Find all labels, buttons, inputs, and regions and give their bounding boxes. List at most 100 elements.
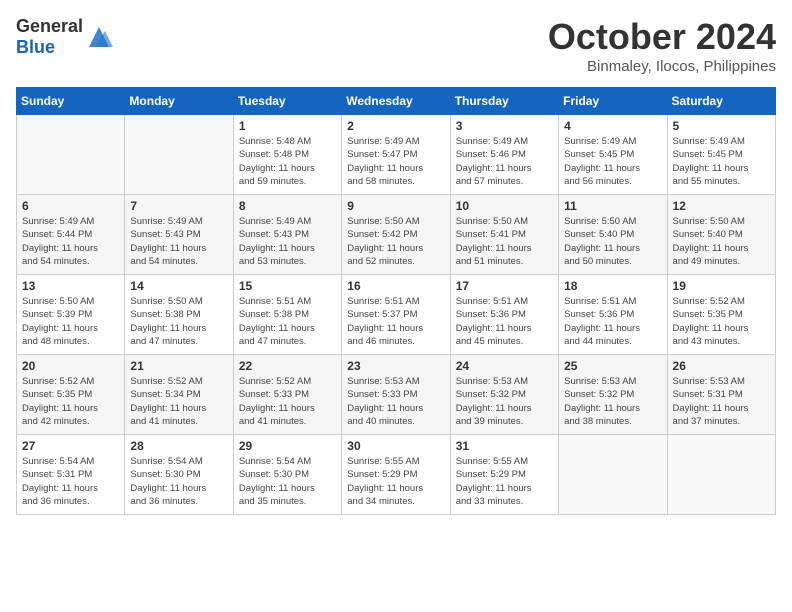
day-number: 17 <box>456 279 553 293</box>
calendar-cell: 4Sunrise: 5:49 AM Sunset: 5:45 PM Daylig… <box>559 115 667 195</box>
calendar-cell: 11 Sunrise: 5:50 AM Sunset: 5:40 PM Dayli… <box>559 195 667 275</box>
month-title: October 2024 <box>548 16 776 58</box>
calendar-header-row: SundayMondayTuesdayWednesdayThursdayFrid… <box>17 88 776 115</box>
cell-content: Sunrise: 5:53 AM Sunset: 5:32 PM Dayligh… <box>564 375 661 428</box>
calendar-cell <box>125 115 233 195</box>
day-number: 4 <box>564 119 661 133</box>
location-title: Binmaley, Ilocos, Philippines <box>548 58 776 75</box>
cell-content: Sunrise: 5:49 AM Sunset: 5:45 PM Dayligh… <box>673 135 770 188</box>
calendar-cell: 27Sunrise: 5:54 AM Sunset: 5:31 PM Dayli… <box>17 435 125 515</box>
week-row-1: 1 Sunrise: 5:48 AM Sunset: 5:48 PM Daylig… <box>17 115 776 195</box>
cell-content: Sunrise: 5:52 AM Sunset: 5:35 PM Dayligh… <box>22 375 119 428</box>
cell-content: Sunrise: 5:54 AM Sunset: 5:30 PM Dayligh… <box>130 455 227 508</box>
calendar-cell: 14 Sunrise: 5:50 AM Sunset: 5:38 PM Dayli… <box>125 275 233 355</box>
day-number: 13 <box>22 279 119 293</box>
logo-general: General <box>16 16 83 36</box>
calendar-cell: 20 Sunrise: 5:52 AM Sunset: 5:35 PM Dayli… <box>17 355 125 435</box>
cell-content: Sunrise: 5:52 AM Sunset: 5:34 PM Dayligh… <box>130 375 227 428</box>
day-number: 20 <box>22 359 119 373</box>
page-header: General Blue October 2024 Binmaley, Iloc… <box>16 16 776 75</box>
day-number: 3 <box>456 119 553 133</box>
calendar-cell: 9 Sunrise: 5:50 AM Sunset: 5:42 PM Daylig… <box>342 195 450 275</box>
header-thursday: Thursday <box>450 88 558 115</box>
logo-text: General Blue <box>16 16 83 58</box>
day-number: 31 <box>456 439 553 453</box>
day-number: 16 <box>347 279 444 293</box>
calendar-cell: 5 Sunrise: 5:49 AM Sunset: 5:45 PM Daylig… <box>667 115 775 195</box>
cell-content: Sunrise: 5:55 AM Sunset: 5:29 PM Dayligh… <box>347 455 444 508</box>
cell-content: Sunrise: 5:51 AM Sunset: 5:37 PM Dayligh… <box>347 295 444 348</box>
cell-content: Sunrise: 5:49 AM Sunset: 5:46 PM Dayligh… <box>456 135 553 188</box>
day-number: 14 <box>130 279 227 293</box>
calendar-cell: 2Sunrise: 5:49 AM Sunset: 5:47 PM Daylig… <box>342 115 450 195</box>
calendar-cell: 26Sunrise: 5:53 AM Sunset: 5:31 PM Dayli… <box>667 355 775 435</box>
calendar-cell: 25 Sunrise: 5:53 AM Sunset: 5:32 PM Dayli… <box>559 355 667 435</box>
calendar-cell: 16 Sunrise: 5:51 AM Sunset: 5:37 PM Dayli… <box>342 275 450 355</box>
cell-content: Sunrise: 5:53 AM Sunset: 5:32 PM Dayligh… <box>456 375 553 428</box>
calendar-cell: 17 Sunrise: 5:51 AM Sunset: 5:36 PM Dayli… <box>450 275 558 355</box>
day-number: 11 <box>564 199 661 213</box>
day-number: 9 <box>347 199 444 213</box>
cell-content: Sunrise: 5:52 AM Sunset: 5:35 PM Dayligh… <box>673 295 770 348</box>
calendar-cell: 21Sunrise: 5:52 AM Sunset: 5:34 PM Dayli… <box>125 355 233 435</box>
calendar-cell: 13 Sunrise: 5:50 AM Sunset: 5:39 PM Dayli… <box>17 275 125 355</box>
day-number: 25 <box>564 359 661 373</box>
logo-blue: Blue <box>16 37 55 57</box>
week-row-4: 20 Sunrise: 5:52 AM Sunset: 5:35 PM Dayli… <box>17 355 776 435</box>
cell-content: Sunrise: 5:48 AM Sunset: 5:48 PM Dayligh… <box>239 135 336 188</box>
cell-content: Sunrise: 5:51 AM Sunset: 5:36 PM Dayligh… <box>564 295 661 348</box>
day-number: 29 <box>239 439 336 453</box>
cell-content: Sunrise: 5:54 AM Sunset: 5:30 PM Dayligh… <box>239 455 336 508</box>
day-number: 19 <box>673 279 770 293</box>
calendar-cell: 23Sunrise: 5:53 AM Sunset: 5:33 PM Dayli… <box>342 355 450 435</box>
day-number: 26 <box>673 359 770 373</box>
calendar-cell <box>17 115 125 195</box>
calendar-cell <box>667 435 775 515</box>
week-row-5: 27Sunrise: 5:54 AM Sunset: 5:31 PM Dayli… <box>17 435 776 515</box>
calendar-cell: 7 Sunrise: 5:49 AM Sunset: 5:43 PM Daylig… <box>125 195 233 275</box>
cell-content: Sunrise: 5:50 AM Sunset: 5:41 PM Dayligh… <box>456 215 553 268</box>
day-number: 18 <box>564 279 661 293</box>
day-number: 27 <box>22 439 119 453</box>
cell-content: Sunrise: 5:50 AM Sunset: 5:40 PM Dayligh… <box>673 215 770 268</box>
calendar-cell: 18 Sunrise: 5:51 AM Sunset: 5:36 PM Dayli… <box>559 275 667 355</box>
cell-content: Sunrise: 5:50 AM Sunset: 5:39 PM Dayligh… <box>22 295 119 348</box>
header-monday: Monday <box>125 88 233 115</box>
header-friday: Friday <box>559 88 667 115</box>
calendar-cell: 22Sunrise: 5:52 AM Sunset: 5:33 PM Dayli… <box>233 355 341 435</box>
day-number: 7 <box>130 199 227 213</box>
cell-content: Sunrise: 5:53 AM Sunset: 5:33 PM Dayligh… <box>347 375 444 428</box>
cell-content: Sunrise: 5:50 AM Sunset: 5:42 PM Dayligh… <box>347 215 444 268</box>
cell-content: Sunrise: 5:50 AM Sunset: 5:40 PM Dayligh… <box>564 215 661 268</box>
cell-content: Sunrise: 5:50 AM Sunset: 5:38 PM Dayligh… <box>130 295 227 348</box>
day-number: 1 <box>239 119 336 133</box>
calendar-cell: 8Sunrise: 5:49 AM Sunset: 5:43 PM Daylig… <box>233 195 341 275</box>
day-number: 5 <box>673 119 770 133</box>
calendar-cell: 3 Sunrise: 5:49 AM Sunset: 5:46 PM Daylig… <box>450 115 558 195</box>
calendar-cell: 19 Sunrise: 5:52 AM Sunset: 5:35 PM Dayli… <box>667 275 775 355</box>
calendar-cell: 15 Sunrise: 5:51 AM Sunset: 5:38 PM Dayli… <box>233 275 341 355</box>
header-tuesday: Tuesday <box>233 88 341 115</box>
day-number: 8 <box>239 199 336 213</box>
week-row-3: 13 Sunrise: 5:50 AM Sunset: 5:39 PM Dayli… <box>17 275 776 355</box>
day-number: 28 <box>130 439 227 453</box>
day-number: 10 <box>456 199 553 213</box>
calendar-cell: 29 Sunrise: 5:54 AM Sunset: 5:30 PM Dayli… <box>233 435 341 515</box>
cell-content: Sunrise: 5:49 AM Sunset: 5:43 PM Dayligh… <box>130 215 227 268</box>
calendar-cell: 31 Sunrise: 5:55 AM Sunset: 5:29 PM Dayli… <box>450 435 558 515</box>
calendar-cell: 24Sunrise: 5:53 AM Sunset: 5:32 PM Dayli… <box>450 355 558 435</box>
header-saturday: Saturday <box>667 88 775 115</box>
calendar-cell <box>559 435 667 515</box>
calendar-table: SundayMondayTuesdayWednesdayThursdayFrid… <box>16 87 776 515</box>
day-number: 6 <box>22 199 119 213</box>
cell-content: Sunrise: 5:51 AM Sunset: 5:36 PM Dayligh… <box>456 295 553 348</box>
cell-content: Sunrise: 5:55 AM Sunset: 5:29 PM Dayligh… <box>456 455 553 508</box>
day-number: 12 <box>673 199 770 213</box>
cell-content: Sunrise: 5:49 AM Sunset: 5:44 PM Dayligh… <box>22 215 119 268</box>
title-block: October 2024 Binmaley, Ilocos, Philippin… <box>548 16 776 75</box>
day-number: 15 <box>239 279 336 293</box>
week-row-2: 6 Sunrise: 5:49 AM Sunset: 5:44 PM Daylig… <box>17 195 776 275</box>
cell-content: Sunrise: 5:51 AM Sunset: 5:38 PM Dayligh… <box>239 295 336 348</box>
calendar-cell: 30 Sunrise: 5:55 AM Sunset: 5:29 PM Dayli… <box>342 435 450 515</box>
day-number: 30 <box>347 439 444 453</box>
